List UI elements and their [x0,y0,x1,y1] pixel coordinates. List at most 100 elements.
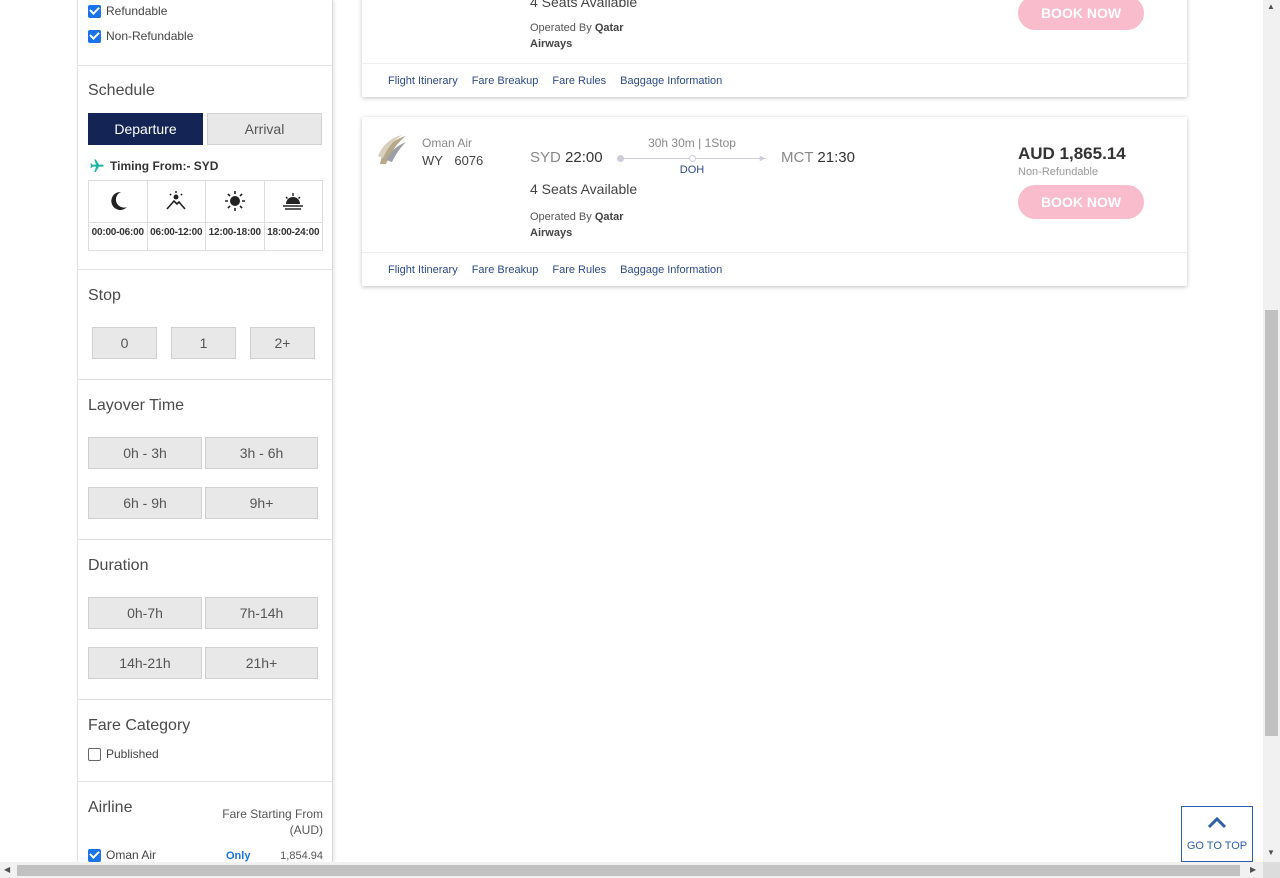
operated-by-label: Operated By [530,211,592,223]
operated-by-label: Operated By [530,22,592,34]
flight-number: WY 6076 [422,153,483,168]
sun-icon [223,181,247,222]
route-arrow-icon: ► [758,153,767,163]
fare-breakup-link[interactable]: Fare Breakup [472,75,539,87]
time-slot-morning[interactable]: 06:00-12:00 [147,181,206,250]
non-refundable-checkbox-row[interactable]: Non-Refundable [88,29,193,43]
scroll-up-arrow-icon[interactable]: ▲ [1267,2,1275,11]
stop-2plus-button[interactable]: 2+ [250,327,315,359]
layover-0-3-button[interactable]: 0h - 3h [88,437,202,469]
flight-num: 6076 [454,153,484,168]
duration-title: Duration [88,557,149,574]
layover-6-9-button[interactable]: 6h - 9h [88,487,202,519]
flight-itinerary-link[interactable]: Flight Itinerary [388,264,458,276]
refundable-checkbox-row[interactable]: Refundable [88,4,167,18]
arrival-tab[interactable]: Arrival [207,113,322,145]
time-slot-grid: 00:00-06:00 06:00-12:00 12:00-18:00 18:0… [88,180,323,251]
time-slot-afternoon[interactable]: 12:00-18:00 [206,181,265,250]
flight-itinerary-link[interactable]: Flight Itinerary [388,75,458,87]
fare-starting-header: Fare Starting From (AUD) [222,806,323,838]
time-slot-label: 00:00-06:00 [89,221,147,250]
vertical-scroll-thumb[interactable] [1265,310,1278,736]
refundable-checkbox[interactable] [88,4,101,18]
non-refundable-checkbox[interactable] [88,29,101,43]
card-links: Flight Itinerary Fare Breakup Fare Rules… [362,252,1187,286]
route-stop-dot [689,155,696,162]
layover-3-6-button[interactable]: 3h - 6h [205,437,318,469]
go-to-top-button[interactable]: GO TO TOP [1181,806,1253,862]
operator-name-cont: Airways [530,227,573,239]
flight-result-card: 4 Seats Available Operated By Qatar Airw… [362,0,1187,97]
layover-title: Layover Time [88,397,185,414]
time-slot-label: 06:00-12:00 [147,221,205,250]
published-checkbox-row[interactable]: Published [88,747,159,761]
time-slot-evening[interactable]: 18:00-24:00 [264,181,322,250]
published-label: Published [106,747,159,761]
operated-by: Operated By Qatar Airways [530,20,624,52]
depart-time: 22:00 [565,149,603,166]
scrollbar-corner [1263,862,1280,878]
schedule-title: Schedule [88,82,155,99]
airline-section: Airline Fare Starting From (AUD) Oman Ai… [78,782,332,862]
scroll-right-arrow-icon[interactable]: ▶ [1250,865,1256,874]
fare-category-title: Fare Category [88,717,191,734]
baggage-info-link[interactable]: Baggage Information [620,75,722,87]
stop-title: Stop [88,287,121,304]
book-now-button[interactable]: BOOK NOW [1018,185,1144,219]
time-slot-night[interactable]: 00:00-06:00 [89,181,148,250]
departure-info: SYD 22:00 [530,149,603,166]
go-to-top-label: GO TO TOP [1186,840,1248,852]
fare-starting-line1: Fare Starting From [222,807,323,821]
time-slot-label: 18:00-24:00 [264,221,322,250]
flight-result-card: Oman Air WY 6076 SYD 22:00 30h 30m | 1St… [362,117,1187,286]
layover-9plus-button[interactable]: 9h+ [205,487,318,519]
page: Refundable Non-Refundable Schedule Depar… [0,0,1280,878]
operator-name-cont: Airways [530,38,573,50]
card-links: Flight Itinerary Fare Breakup Fare Rules… [362,63,1187,97]
timing-from-label: Timing From:- SYD [88,158,218,174]
fare-breakup-link[interactable]: Fare Breakup [472,264,539,276]
duration-0-7-button[interactable]: 0h-7h [88,597,202,629]
plane-icon [88,158,106,174]
sunset-icon [281,181,305,222]
seats-available: 4 Seats Available [530,0,638,10]
fare-rules-link[interactable]: Fare Rules [552,264,606,276]
chevron-up-icon [1207,815,1227,834]
refundability-section: Refundable Non-Refundable [78,0,332,66]
airline-name: Oman Air [422,136,473,150]
fare-category-section: Fare Category Published [78,700,332,782]
published-checkbox[interactable] [88,747,101,761]
fare-rules-link[interactable]: Fare Rules [552,75,606,87]
horizontal-scroll-thumb[interactable] [17,865,1240,876]
flight-code: WY [422,153,443,168]
fare-starting-line2: (AUD) [289,823,323,837]
from-code: SYD [530,149,561,166]
operator-name: Qatar [594,22,624,34]
time-slot-label: 12:00-18:00 [206,221,264,250]
book-now-button[interactable]: BOOK NOW [1018,0,1144,30]
filter-sidebar: Refundable Non-Refundable Schedule Depar… [77,0,333,862]
operator-name: Qatar [594,211,624,223]
price: AUD 1,865.14 [1018,144,1126,163]
stop-section: Stop 0 1 2+ [78,270,332,380]
airline-oman-row[interactable]: Oman Air [88,848,156,862]
arrive-time: 21:30 [817,149,855,166]
baggage-info-link[interactable]: Baggage Information [620,264,722,276]
airline-only-link[interactable]: Only [226,850,250,862]
departure-tab[interactable]: Departure [88,113,203,145]
stop-1-button[interactable]: 1 [171,327,236,359]
scroll-down-arrow-icon[interactable]: ▼ [1267,848,1275,857]
duration-21plus-button[interactable]: 21h+ [205,647,318,679]
airline-oman-checkbox[interactable] [88,848,101,862]
scroll-left-arrow-icon[interactable]: ◀ [4,865,10,874]
moon-icon [106,181,130,222]
airline-logo [376,134,408,169]
stop-0-button[interactable]: 0 [92,327,157,359]
airline-title: Airline [88,799,133,816]
duration-14-21-button[interactable]: 14h-21h [88,647,202,679]
operated-by: Operated By Qatar Airways [530,209,624,241]
route-start-dot [617,155,624,162]
duration-7-14-button[interactable]: 7h-14h [205,597,318,629]
non-refundable-label: Non-Refundable [106,29,194,43]
sunrise-mountain-icon [164,181,188,222]
